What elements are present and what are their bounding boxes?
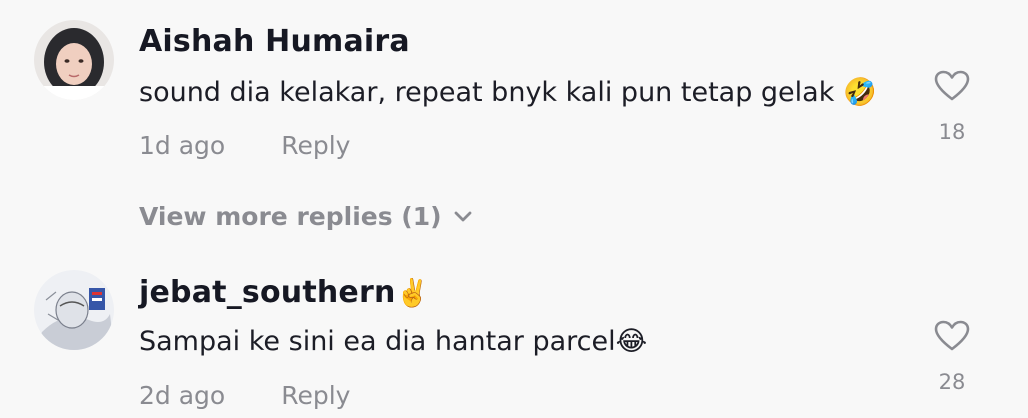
avatar[interactable] <box>34 270 114 350</box>
avatar-image <box>34 270 114 350</box>
chevron-down-icon <box>454 211 471 221</box>
avatar-image <box>34 20 114 100</box>
comment-meta: 2d ago Reply <box>139 381 350 410</box>
like-button[interactable]: 18 <box>928 70 976 144</box>
tears-of-joy-emoji: 😂 <box>615 326 648 357</box>
reply-button[interactable]: Reply <box>281 131 350 160</box>
like-count: 18 <box>938 120 966 144</box>
heart-icon <box>934 320 970 351</box>
victory-hand-emoji: ✌️ <box>395 278 430 309</box>
view-more-replies-button[interactable]: View more replies (1) <box>139 202 472 231</box>
reply-button[interactable]: Reply <box>281 381 350 410</box>
heart-icon <box>934 70 970 101</box>
comment-username[interactable]: jebat_southern✌️ <box>139 275 429 310</box>
comment-meta: 1d ago Reply <box>139 131 350 160</box>
like-count: 28 <box>938 370 966 394</box>
avatar[interactable] <box>34 20 114 100</box>
comment-timestamp: 1d ago <box>139 131 226 160</box>
comment-username[interactable]: Aishah Humaira <box>139 24 410 59</box>
comment-text: sound dia kelakar, repeat bnyk kali pun … <box>139 77 877 108</box>
comment-timestamp: 2d ago <box>139 381 226 410</box>
rofl-emoji: 🤣 <box>842 77 877 108</box>
comment-text: Sampai ke sini ea dia hantar parcel😂 <box>139 326 648 357</box>
like-button[interactable]: 28 <box>928 320 976 394</box>
view-more-replies-label: View more replies (1) <box>139 202 442 231</box>
